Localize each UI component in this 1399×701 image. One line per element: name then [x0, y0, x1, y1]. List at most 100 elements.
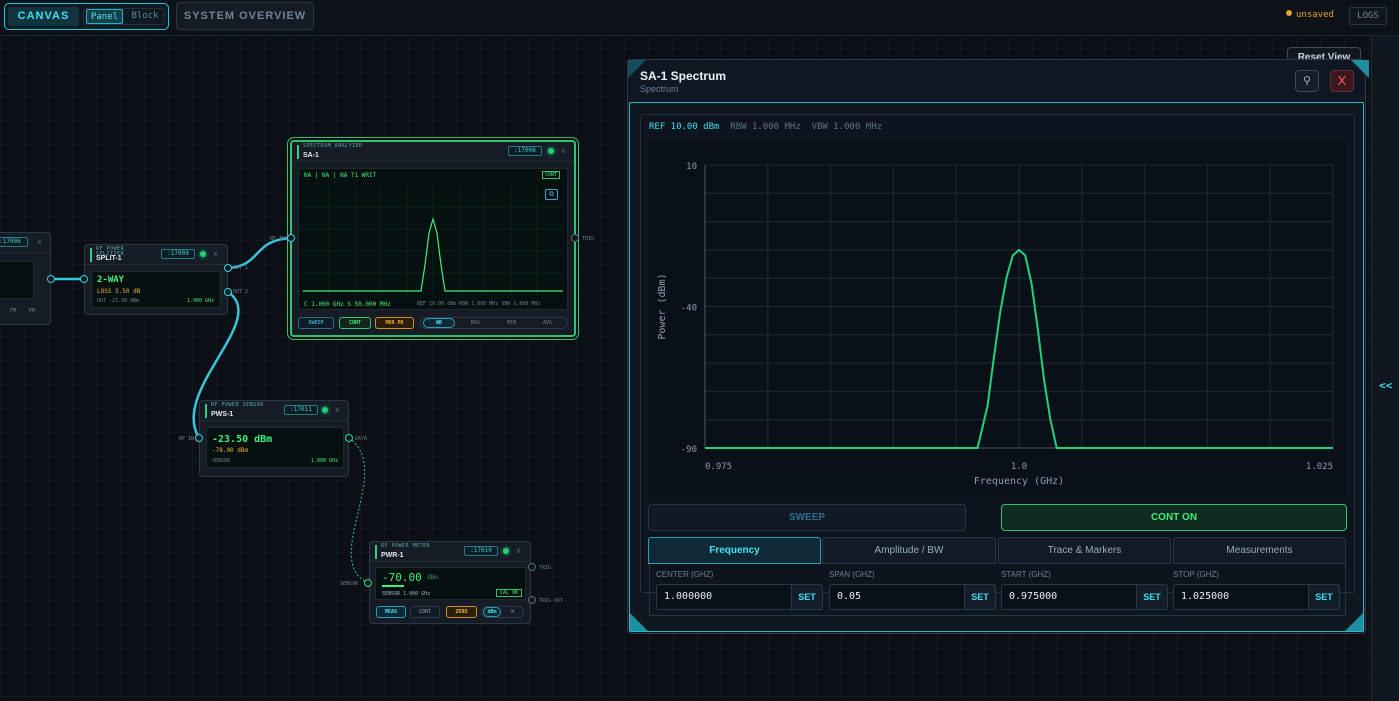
cont-button[interactable]: CONT [339, 317, 371, 329]
splitter-in-port[interactable] [80, 275, 88, 283]
node-accent-bar [375, 545, 377, 559]
cont-on-button[interactable]: CONT ON [1001, 504, 1347, 531]
sensor-data-port[interactable] [345, 434, 353, 442]
node-accent-bar [205, 404, 207, 418]
out2-label: OUT 2 [233, 289, 249, 295]
span-field: SPAN (GHZ) 0.05 SET [829, 570, 996, 610]
panel-toggle-button[interactable]: Panel [86, 9, 123, 24]
node-accent-bar [297, 145, 299, 159]
spectrum-plot-area: 10 -40 -90 0.975 1.0 1.025 Frequency (GHz) Powe… [649, 140, 1346, 496]
wire-sensor-to-meter [348, 437, 369, 584]
stop-field: STOP (GHZ) 1.025000 SET [1173, 570, 1340, 610]
meter-trig-port[interactable] [528, 563, 536, 571]
meter-node[interactable]: RF POWER METER PWR-1 :17010 x -70.00 dBm… [369, 541, 531, 624]
span-label: SPAN (GHZ) [829, 570, 875, 579]
left-out-port[interactable] [47, 275, 55, 283]
close-icon[interactable]: x [561, 146, 566, 155]
sensor-rf-in-port[interactable] [195, 434, 203, 442]
analyzer-node[interactable]: SPECTRUM ANALYZER SA-1 :17008 x NA | NA … [290, 140, 576, 337]
meter-screen: -70.00 dBm SENSOR 1.000 GHz CAL OK [375, 567, 526, 600]
meas-button[interactable]: MEAS [376, 606, 406, 618]
side-panel-toggle[interactable]: << [1371, 36, 1399, 701]
unit-w-button[interactable]: W [511, 609, 514, 615]
center-set-button[interactable]: SET [792, 584, 823, 610]
node-port: :17006 [0, 237, 28, 247]
close-icon[interactable]: x [213, 249, 218, 258]
x-tick-label: 1.025 [1306, 462, 1333, 472]
split-mode: 2-WAY [97, 275, 125, 285]
pin-button[interactable]: ⚲ [1295, 70, 1319, 92]
sensor-label: SENSOR [212, 458, 231, 464]
wire-splitter-to-analyzer [227, 236, 292, 270]
tab-amplitude-bw[interactable]: Amplitude / BW [822, 537, 996, 564]
logs-button[interactable]: LOGS [1349, 7, 1387, 25]
splitter-out2-port[interactable] [224, 288, 232, 296]
tab-measurements[interactable]: Measurements [1173, 537, 1346, 564]
zero-button[interactable]: ZERO [446, 606, 477, 618]
view-mode-group: CANVAS Panel Block [4, 3, 169, 30]
trace-max-button[interactable]: MAX [471, 320, 480, 326]
close-panel-button[interactable]: X [1330, 70, 1354, 92]
close-icon[interactable]: x [37, 237, 42, 246]
meter-cont-button[interactable]: CONT [410, 606, 440, 618]
node-port: :17010 [464, 546, 498, 556]
y-tick-label: 10 [686, 162, 697, 172]
y-axis-label: Power (dBm) [657, 273, 668, 339]
corner-accent-icon [1345, 613, 1363, 631]
start-set-button[interactable]: SET [1137, 584, 1168, 610]
stop-set-button[interactable]: SET [1309, 584, 1340, 610]
meter-sensor-line: SENSOR 1.000 GHz [382, 591, 431, 597]
sweep-control-button[interactable]: SWEEP [648, 504, 966, 531]
spectrum-chart: 10 -40 -90 0.975 1.0 1.025 Frequency (GHz) Powe… [657, 162, 1334, 487]
trace-avg-button[interactable]: AVG [543, 320, 552, 326]
split-out: OUT -23.50 dBm [97, 298, 140, 304]
analyzer-trig-port[interactable] [571, 234, 579, 242]
unsaved-dot-icon [1286, 10, 1292, 16]
close-icon[interactable]: x [516, 546, 521, 555]
pm-button[interactable]: PM [29, 308, 35, 314]
y-tick-label: -40 [681, 304, 697, 314]
tab-frequency[interactable]: Frequency [648, 537, 821, 564]
node-port: :17011 [284, 405, 318, 415]
trace-min-button[interactable]: MIN [507, 320, 516, 326]
node-screen [0, 261, 34, 299]
top-bar: CANVAS Panel Block SYSTEM OVERVIEW unsav… [0, 0, 1399, 36]
tab-trace-markers[interactable]: Trace & Markers [998, 537, 1171, 564]
sensor-screen: -23.50 dBm -78.00 dBm SENSOR 1.000 GHz [206, 427, 344, 468]
left-partial-node[interactable]: :17006 x FM PM [0, 232, 51, 325]
start-input[interactable]: 0.975000 [1001, 584, 1137, 610]
meter-sensor-port[interactable] [364, 579, 372, 587]
corner-accent-icon [630, 613, 648, 631]
trace-wr-button[interactable]: WR [423, 318, 455, 328]
panel-body: REF 10.00 dBm RBW 1.000 MHz VBW 1.000 MH… [629, 102, 1364, 632]
center-input[interactable]: 1.000000 [656, 584, 792, 610]
block-toggle-button[interactable]: Block [127, 9, 163, 24]
marker-peak-button[interactable]: MKR PK [375, 317, 414, 329]
unit-toggle: dBm W [481, 606, 524, 618]
fm-button[interactable]: FM [10, 308, 16, 314]
layout-toggle: Panel Block [83, 8, 165, 25]
panel-title: SA-1 Spectrum [640, 69, 727, 83]
stop-input[interactable]: 1.025000 [1173, 584, 1309, 610]
meter-trig-out-port[interactable] [528, 596, 536, 604]
sensor-freq: 1.000 GHz [311, 458, 339, 464]
splitter-node[interactable]: RF POWER SPLITTER SPLIT-1 :17009 x 2-WAY… [84, 244, 228, 315]
span-input[interactable]: 0.05 [829, 584, 965, 610]
unit-dbm-button[interactable]: dBm [483, 607, 501, 617]
sensor-reading: -23.50 dBm [212, 434, 273, 445]
node-category: RF POWER SENSOR [211, 402, 264, 408]
sensor-node[interactable]: RF POWER SENSOR PWS-1 :17011 x -23.50 dB… [199, 400, 349, 477]
splitter-out1-port[interactable] [224, 264, 232, 272]
sweep-button[interactable]: SWEEP [298, 317, 334, 329]
canvas-button[interactable]: CANVAS [8, 7, 79, 26]
close-icon[interactable]: x [335, 405, 340, 414]
status-led [322, 407, 328, 413]
node-name: SA-1 [303, 152, 319, 159]
split-freq: 1.000 GHz [187, 298, 215, 304]
analyzer-rf-in-port[interactable] [287, 234, 295, 242]
span-set-button[interactable]: SET [965, 584, 996, 610]
start-field: START (GHZ) 0.975000 SET [1001, 570, 1168, 610]
system-overview-button[interactable]: SYSTEM OVERVIEW [176, 2, 314, 30]
center-span: C 1.000 GHz S 50.000 MHz [304, 301, 391, 308]
node-accent-bar [90, 248, 92, 262]
